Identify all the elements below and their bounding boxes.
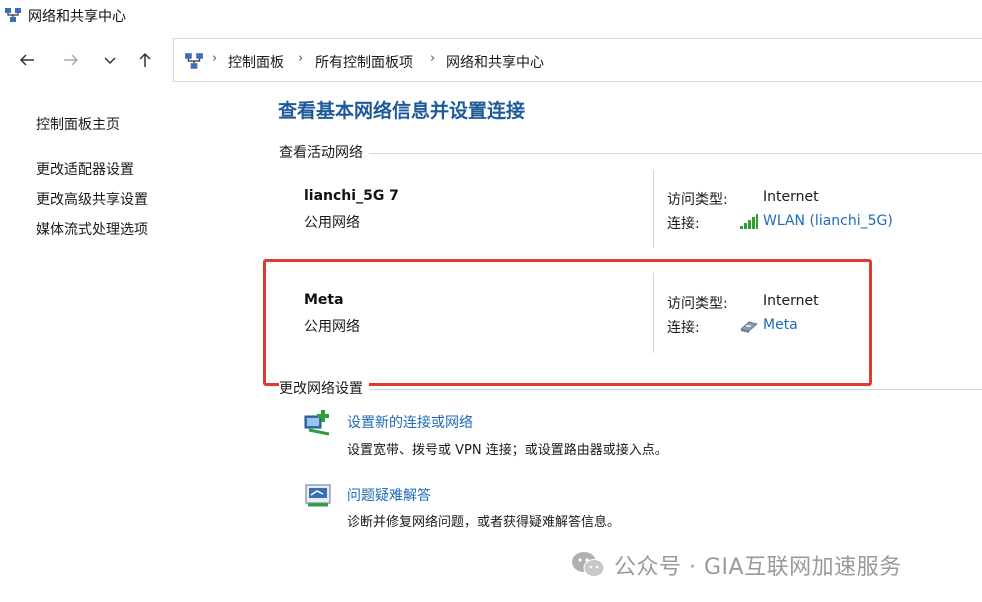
chevron-down-icon — [104, 57, 116, 65]
access-type-value: Internet — [763, 189, 819, 205]
wechat-icon — [572, 552, 605, 577]
sidebar-item-media-streaming[interactable]: 媒体流式处理选项 — [36, 219, 148, 239]
navigation-bar: › 控制面板 › 所有控制面板项 › 网络和共享中心 — [0, 38, 982, 82]
sidebar-item-home[interactable]: 控制面板主页 — [36, 114, 120, 134]
page-title: 查看基本网络信息并设置连接 — [278, 100, 526, 122]
forward-button[interactable] — [59, 48, 83, 72]
troubleshoot-description: 诊断并修复网络问题，或者获得疑难解答信息。 — [347, 515, 621, 530]
access-type-label: 访问类型: — [667, 296, 728, 312]
network-name: lianchi_5G 7 — [304, 188, 399, 204]
troubleshoot-icon — [305, 484, 331, 507]
arrow-up-icon — [139, 52, 151, 67]
breadcrumb-separator: › — [430, 51, 436, 66]
network-center-icon — [5, 8, 21, 22]
connection-label: 连接: — [667, 320, 700, 336]
network-category-link[interactable]: 公用网络 — [304, 212, 360, 232]
window-title: 网络和共享中心 — [28, 9, 126, 25]
network-name: Meta — [304, 292, 344, 308]
change-settings-heading: 更改网络设置 — [279, 378, 369, 398]
meta-connection-link[interactable]: Meta — [763, 317, 798, 333]
access-type-label: 访问类型: — [667, 192, 728, 208]
section-divider — [279, 153, 982, 154]
access-type-value: Internet — [763, 293, 819, 309]
title-bar: 网络和共享中心 — [0, 0, 982, 32]
sidebar-item-advanced-sharing[interactable]: 更改高级共享设置 — [36, 189, 148, 209]
column-divider — [653, 170, 654, 248]
breadcrumb-control-panel[interactable]: 控制面板 — [228, 52, 284, 72]
back-button[interactable] — [15, 48, 39, 72]
connection-label: 连接: — [667, 216, 700, 232]
up-button[interactable] — [133, 48, 157, 72]
breadcrumb-separator: › — [298, 51, 304, 66]
network-category-link[interactable]: 公用网络 — [304, 316, 360, 336]
ethernet-adapter-icon — [740, 321, 758, 333]
breadcrumb-separator: › — [212, 51, 218, 66]
section-divider — [279, 389, 982, 390]
column-divider — [653, 273, 654, 353]
wifi-signal-icon — [740, 214, 758, 229]
active-networks-heading: 查看活动网络 — [279, 142, 369, 162]
address-bar[interactable]: › 控制面板 › 所有控制面板项 › 网络和共享中心 — [173, 38, 982, 82]
watermark-text: 公众号 · GIA互联网加速服务 — [614, 555, 902, 580]
arrow-left-icon — [19, 54, 34, 66]
recent-locations-button[interactable] — [98, 48, 122, 72]
sidebar-item-adapter-settings[interactable]: 更改适配器设置 — [36, 159, 134, 179]
breadcrumb-all-items[interactable]: 所有控制面板项 — [315, 52, 413, 72]
wlan-connection-link[interactable]: WLAN (lianchi_5G) — [763, 213, 893, 229]
breadcrumb-network-center[interactable]: 网络和共享中心 — [446, 52, 544, 72]
setup-connection-link[interactable]: 设置新的连接或网络 — [347, 412, 473, 432]
watermark: 公众号 · GIA互联网加速服务 — [570, 548, 902, 582]
network-center-icon — [185, 53, 203, 69]
troubleshoot-link[interactable]: 问题疑难解答 — [347, 485, 431, 505]
new-connection-icon — [304, 410, 330, 436]
arrow-right-icon — [64, 54, 79, 66]
setup-connection-description: 设置宽带、拨号或 VPN 连接；或设置路由器或接入点。 — [347, 443, 668, 458]
